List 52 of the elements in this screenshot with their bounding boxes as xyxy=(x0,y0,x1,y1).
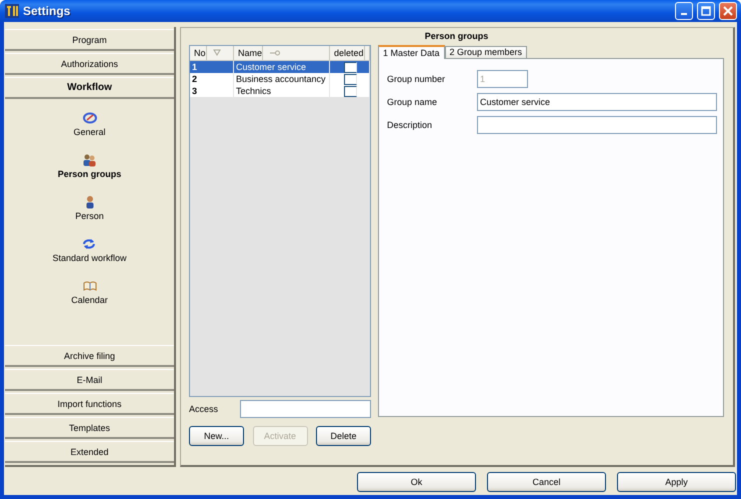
dialog-button[interactable]: Cancel xyxy=(487,472,606,492)
table-row[interactable]: 2 Business accountancy xyxy=(190,73,370,85)
window-title: Settings xyxy=(23,4,72,18)
field-label: Group name xyxy=(387,97,438,107)
table-row[interactable]: 1 Customer service xyxy=(190,61,370,73)
sidebar-section[interactable]: Import functions xyxy=(5,393,174,415)
sidebar-section[interactable]: Archive filing xyxy=(5,345,174,367)
minimize-button[interactable] xyxy=(675,2,693,20)
sidebar-section[interactable]: Extended xyxy=(5,441,174,463)
sidebar-item[interactable]: Person xyxy=(75,195,104,237)
checkbox[interactable] xyxy=(344,86,357,96)
column-header[interactable]: deleted xyxy=(330,46,370,60)
close-icon xyxy=(723,6,733,16)
maximize-icon xyxy=(701,6,711,16)
list-button[interactable]: Delete xyxy=(316,426,371,446)
column-header[interactable]: No xyxy=(190,46,234,60)
sidebar-section[interactable]: Authorizations xyxy=(5,53,174,75)
dialog-button[interactable]: Apply xyxy=(617,472,736,492)
sidebar-section[interactable]: Templates xyxy=(5,417,174,439)
table-cell: 3 xyxy=(190,85,234,97)
dialog-button[interactable]: Ok xyxy=(357,472,476,492)
tab[interactable]: 1 Master Data xyxy=(378,45,445,59)
sidebar-section[interactable]: Program xyxy=(5,29,174,51)
field-label: Access xyxy=(189,404,220,414)
field-label: Group number xyxy=(387,74,446,84)
panel-title: Person groups xyxy=(424,30,490,43)
access-field[interactable] xyxy=(240,400,371,418)
app-icon xyxy=(5,4,19,18)
minimize-icon xyxy=(681,13,687,15)
input-field[interactable]: Customer service xyxy=(477,93,717,111)
sidebar-item[interactable]: Standard workflow xyxy=(52,237,127,279)
sidebar-item[interactable]: Calendar xyxy=(71,279,108,321)
book-icon xyxy=(82,279,96,293)
close-button[interactable] xyxy=(719,2,737,20)
tab[interactable]: 2 Group members xyxy=(444,46,528,58)
sidebar-section[interactable]: E-Mail xyxy=(5,369,174,391)
sidebar-item[interactable]: Person groups xyxy=(58,153,122,195)
column-header[interactable]: Name xyxy=(234,46,330,60)
input-field[interactable] xyxy=(477,116,717,134)
table-cell: Technics xyxy=(234,85,330,97)
table-row[interactable]: 3 Technics xyxy=(190,85,370,97)
ring-icon xyxy=(82,111,96,125)
key-icon xyxy=(269,49,280,57)
checkbox[interactable] xyxy=(344,62,357,72)
people-icon xyxy=(82,153,96,167)
maximize-button[interactable] xyxy=(697,2,715,20)
refresh-icon xyxy=(82,237,96,251)
list-button[interactable]: New... xyxy=(189,426,244,446)
checkbox[interactable] xyxy=(344,74,357,84)
sidebar-section[interactable]: Workflow xyxy=(5,77,174,99)
sidebar-item[interactable]: General xyxy=(73,111,106,153)
field-label: Description xyxy=(387,120,434,130)
